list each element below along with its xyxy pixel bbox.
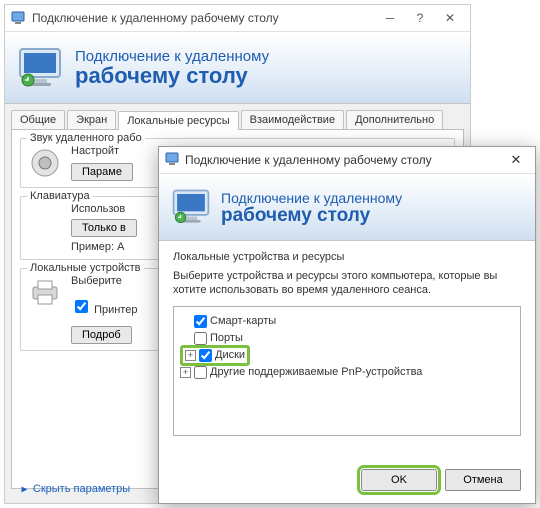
ok-button[interactable]: OK (361, 469, 437, 491)
printers-checkbox[interactable] (75, 300, 88, 313)
pnp-label: Другие поддерживаемые PnP-устройства (210, 366, 422, 378)
banner-line2: рабочему столу (75, 65, 269, 87)
group-keyboard-title: Клавиатура (27, 190, 93, 202)
section-label: Локальные устройства и ресурсы (173, 251, 521, 263)
tab-general[interactable]: Общие (11, 110, 65, 129)
monitor-icon (171, 187, 211, 227)
tab-advanced[interactable]: Дополнительно (346, 110, 443, 129)
audio-settings-button[interactable]: Параме (71, 163, 133, 181)
chevron-up-icon: ▲ (18, 484, 29, 494)
disks-checkbox[interactable] (199, 349, 212, 362)
devices-more-button[interactable]: Подроб (71, 326, 132, 344)
hide-params-link[interactable]: ▲ Скрыть параметры (19, 483, 130, 495)
dialog-body: Локальные устройства и ресурсы Выберите … (159, 241, 535, 446)
expand-icon[interactable]: + (185, 350, 196, 361)
cancel-button[interactable]: Отмена (445, 469, 521, 491)
main-titlebar: Подключение к удаленному рабочему столу … (5, 5, 470, 32)
disks-label: Диски (215, 349, 245, 361)
rdp-icon (10, 10, 26, 26)
ports-checkbox[interactable] (194, 332, 207, 345)
pnp-checkbox[interactable] (194, 366, 207, 379)
tabs: Общие Экран Локальные ресурсы Взаимодейс… (5, 104, 470, 129)
printers-label: Принтер (94, 304, 137, 316)
blank-expander (180, 316, 191, 327)
keyboard-mode-button[interactable]: Только в (71, 219, 137, 237)
tab-display[interactable]: Экран (67, 110, 116, 129)
dialog-banner-line1: Подключение к удаленному (221, 190, 402, 206)
tab-experience[interactable]: Взаимодействие (241, 110, 344, 129)
help-button[interactable]: ? (405, 8, 435, 28)
printers-checkbox-row[interactable]: Принтер (71, 304, 137, 316)
dialog-titlebar: Подключение к удаленному рабочему столу … (159, 147, 535, 173)
main-title: Подключение к удаленному рабочему столу (32, 11, 375, 25)
tree-row-smartcards[interactable]: Смарт-карты (180, 313, 514, 330)
dialog-banner-line2: рабочему столу (221, 206, 402, 225)
tab-local-resources[interactable]: Локальные ресурсы (118, 111, 238, 130)
speaker-icon (27, 145, 63, 181)
hide-params-label: Скрыть параметры (33, 483, 130, 495)
section-desc: Выберите устройства и ресурсы этого комп… (173, 269, 521, 298)
rdp-icon (165, 152, 179, 169)
device-tree: Смарт-карты Порты + Диски + Другие подде… (173, 306, 521, 436)
smartcards-label: Смарт-карты (210, 315, 276, 327)
tree-row-pnp[interactable]: + Другие поддерживаемые PnP-устройства (180, 364, 514, 381)
ports-label: Порты (210, 332, 243, 344)
dialog-close-button[interactable]: ✕ (503, 150, 529, 170)
printer-icon (27, 275, 63, 311)
smartcards-checkbox[interactable] (194, 315, 207, 328)
highlight-disks: + Диски (180, 345, 250, 366)
blank-expander (180, 333, 191, 344)
close-button[interactable]: ✕ (435, 8, 465, 28)
keyboard-icon (27, 203, 63, 239)
monitor-icon (17, 45, 63, 91)
group-audio-title: Звук удаленного рабо (27, 132, 145, 144)
dialog-title: Подключение к удаленному рабочему столу (185, 153, 503, 167)
group-devices-title: Локальные устройств (27, 262, 144, 274)
expand-icon[interactable]: + (180, 367, 191, 378)
main-banner: Подключение к удаленному рабочему столу (5, 32, 470, 104)
tree-row-disks[interactable]: + Диски (180, 347, 514, 364)
minimize-button[interactable]: ─ (375, 8, 405, 28)
devices-dialog: Подключение к удаленному рабочему столу … (158, 146, 536, 504)
dialog-banner: Подключение к удаленному рабочему столу (159, 173, 535, 241)
